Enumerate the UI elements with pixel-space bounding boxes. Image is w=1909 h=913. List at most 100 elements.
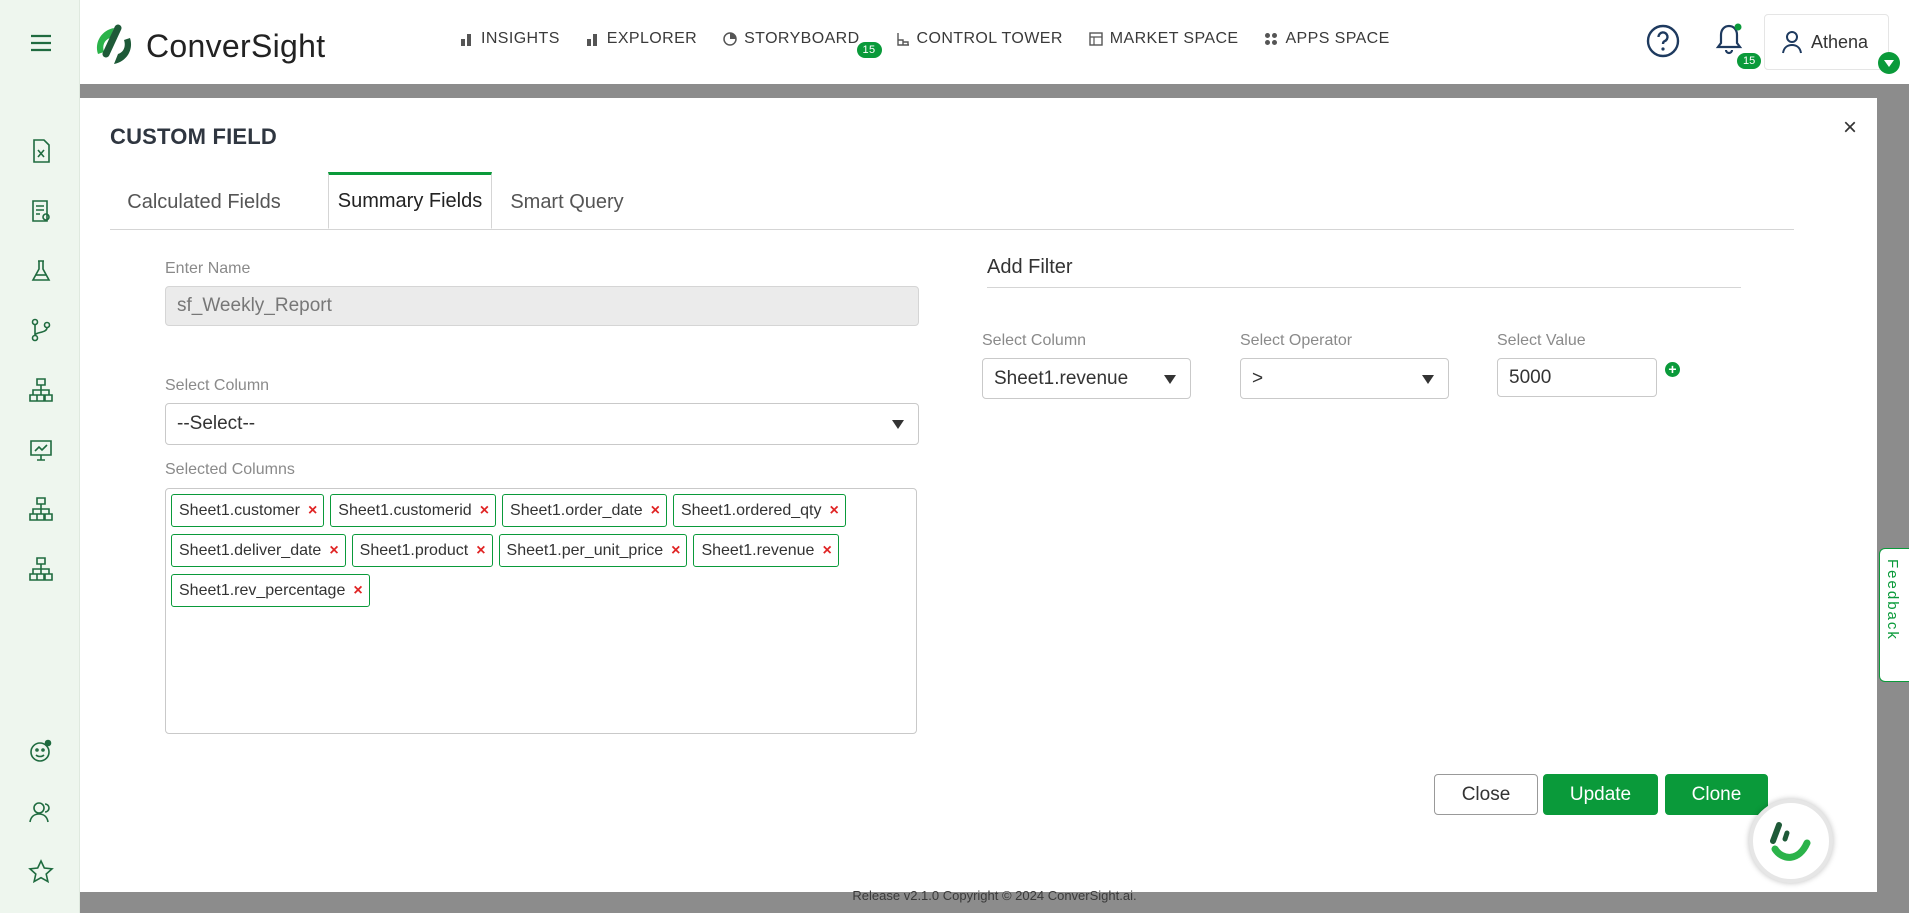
selected-column-chip: Sheet1.revenue × (693, 534, 839, 567)
chevron-down-icon (1422, 375, 1434, 384)
assistant-face-icon[interactable] (24, 734, 58, 768)
remove-icon[interactable]: × (329, 542, 338, 560)
nav-label: CONTROL TOWER (916, 30, 1063, 47)
chip-label: Sheet1.deliver_date (179, 541, 322, 559)
selected-column-chip: Sheet1.customer × (171, 494, 325, 527)
user-name: Athena (1811, 31, 1869, 52)
hierarchy-icon[interactable] (24, 492, 58, 526)
apps-grid-icon (1265, 33, 1278, 45)
filter-value-label: Select Value (1497, 332, 1586, 349)
brand-logo[interactable]: ConverSight (92, 24, 325, 68)
close-icon[interactable]: × (1843, 114, 1857, 142)
user-icon (1782, 31, 1802, 54)
main-nav: INSIGHTS EXPLORER STORYBOARD 15 CONTROL … (460, 30, 1390, 58)
feedback-tab[interactable]: Feedback (1879, 548, 1909, 682)
selected-columns-box[interactable]: Sheet1.customer × Sheet1.customerid × Shee… (165, 488, 917, 734)
nav-market-space[interactable]: MARKET SPACE (1089, 30, 1239, 48)
flask-icon[interactable] (24, 254, 58, 288)
nav-label: EXPLORER (606, 30, 698, 47)
selected-column-chip: Sheet1.ordered_qty × (672, 494, 846, 527)
presentation-icon[interactable] (24, 433, 58, 467)
remove-icon[interactable]: × (651, 502, 660, 520)
filter-operator-dropdown[interactable]: > (1240, 358, 1449, 399)
conversight-assistant-icon (1770, 822, 1811, 861)
add-filter-heading: Add Filter (987, 256, 1741, 288)
remove-icon[interactable]: × (476, 542, 485, 560)
tower-icon (896, 33, 909, 46)
selected-column-chip: Sheet1.deliver_date × (171, 534, 346, 567)
selected-columns-label: Selected Columns (165, 461, 295, 478)
filter-column-dropdown[interactable]: Sheet1.revenue (982, 358, 1191, 399)
select-column-value: --Select-- (177, 413, 256, 434)
chip-label: Sheet1.customerid (338, 501, 472, 519)
tab-smart-query[interactable]: Smart Query (492, 174, 642, 230)
menu-icon[interactable] (24, 26, 58, 60)
left-sidebar (0, 0, 80, 913)
chip-label: Sheet1.order_date (510, 501, 643, 519)
selected-column-chip: Sheet1.product × (351, 534, 493, 567)
hierarchy-icon[interactable] (24, 552, 58, 586)
notification-badge: 15 (1737, 53, 1762, 69)
remove-icon[interactable]: × (822, 542, 831, 560)
user-menu-chevron-icon[interactable] (1878, 52, 1900, 74)
name-value: sf_Weekly_Report (177, 295, 332, 316)
selected-column-chip: Sheet1.order_date × (502, 494, 667, 527)
branch-icon[interactable] (24, 313, 58, 347)
chip-label: Sheet1.revenue (701, 541, 815, 559)
chip-label: Sheet1.ordered_qty (680, 501, 822, 519)
filter-operator-label: Select Operator (1240, 332, 1353, 349)
assistant-launcher-button[interactable] (1749, 799, 1833, 883)
feedback-label: Feedback (1884, 559, 1901, 641)
copyright-footer: Release v2.1.0 Copyright © 2024 ConverSi… (852, 888, 1137, 903)
top-navigation-bar: ConverSight INSIGHTS EXPLORER STORYBOARD… (80, 0, 1909, 84)
close-button[interactable]: Close (1434, 774, 1538, 815)
nav-label: APPS SPACE (1285, 30, 1390, 47)
remove-icon[interactable]: × (308, 502, 317, 520)
chip-label: Sheet1.customer (179, 501, 300, 519)
nav-apps-space[interactable]: APPS SPACE (1264, 30, 1389, 48)
tab-calculated-fields[interactable]: Calculated Fields (110, 174, 298, 230)
nav-storyboard[interactable]: STORYBOARD 15 (723, 30, 882, 58)
bar-chart-icon (461, 34, 471, 46)
name-label: Enter Name (165, 260, 251, 277)
remove-icon[interactable]: × (671, 542, 680, 560)
select-column-dropdown[interactable]: --Select-- (165, 403, 919, 445)
chevron-down-icon (1164, 375, 1176, 384)
conversight-logo-icon (92, 24, 136, 68)
filter-value-input[interactable]: 5000 (1497, 358, 1657, 397)
nav-explorer[interactable]: EXPLORER (586, 30, 697, 48)
nav-insights[interactable]: INSIGHTS (460, 30, 560, 48)
help-icon[interactable] (1646, 24, 1680, 63)
filter-operator-value: > (1252, 367, 1264, 389)
nav-label: STORYBOARD (744, 30, 860, 47)
chip-label: Sheet1.rev_percentage (179, 581, 346, 599)
filter-column-value: Sheet1.revenue (994, 367, 1129, 389)
update-button[interactable]: Update (1543, 774, 1658, 815)
selected-column-chip: Sheet1.customerid × (330, 494, 497, 527)
modal-title: CUSTOM FIELD (110, 124, 277, 149)
tab-summary-fields[interactable]: Summary Fields (328, 172, 492, 229)
market-icon (1089, 32, 1103, 46)
add-filter-plus-icon[interactable]: + (1665, 362, 1680, 377)
selected-column-chip: Sheet1.per_unit_price × (498, 534, 688, 567)
remove-icon[interactable]: × (480, 502, 489, 520)
nav-label: MARKET SPACE (1109, 30, 1239, 47)
hierarchy-icon[interactable] (24, 373, 58, 407)
chip-label: Sheet1.product (359, 541, 469, 559)
storyboard-badge: 15 (856, 42, 882, 58)
custom-field-modal: CUSTOM FIELD × Calculated Fields Summary… (80, 98, 1877, 892)
users-icon[interactable] (24, 795, 58, 829)
pie-chart-icon (723, 32, 737, 46)
remove-icon[interactable]: × (829, 502, 838, 520)
filter-column-label: Select Column (982, 332, 1087, 349)
nav-control-tower[interactable]: CONTROL TOWER (896, 30, 1063, 48)
user-menu[interactable]: Athena (1764, 14, 1889, 70)
select-column-label: Select Column (165, 377, 270, 394)
report-icon[interactable] (24, 194, 58, 228)
star-icon[interactable] (24, 855, 58, 889)
excel-file-icon[interactable] (24, 134, 58, 168)
chip-label: Sheet1.per_unit_price (506, 541, 664, 559)
tab-bar: Calculated Fields Summary Fields Smart Q… (110, 172, 1794, 230)
remove-icon[interactable]: × (353, 582, 362, 600)
nav-label: INSIGHTS (481, 30, 560, 47)
